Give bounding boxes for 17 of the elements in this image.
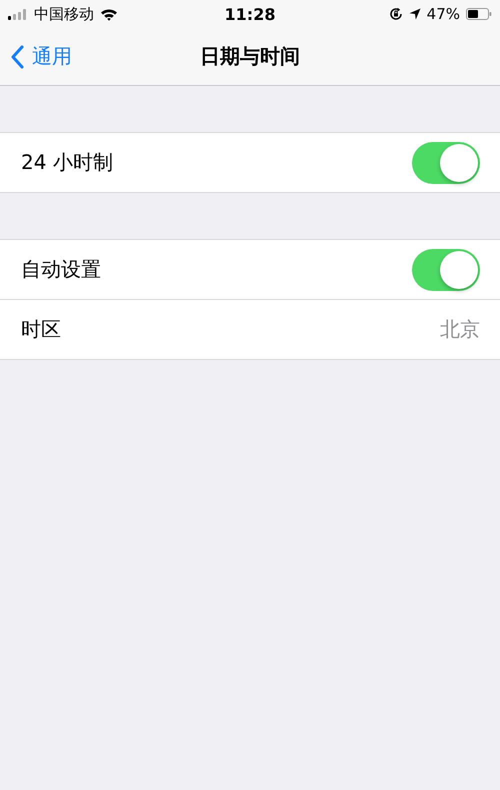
carrier-name: 中国移动 — [34, 4, 94, 24]
rotation-lock-icon — [388, 7, 403, 21]
row-value: 北京 — [440, 316, 480, 343]
page-title: 日期与时间 — [200, 43, 300, 70]
chevron-left-icon — [10, 44, 24, 68]
wifi-icon — [100, 8, 118, 20]
back-button[interactable]: 通用 — [10, 28, 72, 85]
signal-icon — [8, 8, 28, 20]
battery-icon — [466, 8, 492, 20]
row-label: 时区 — [21, 316, 61, 343]
row-label: 24 小时制 — [21, 149, 113, 176]
status-time: 11:28 — [224, 4, 276, 24]
toggle-switch[interactable] — [412, 142, 480, 184]
location-icon — [408, 8, 421, 20]
row-label: 自动设置 — [21, 256, 101, 283]
toggle-switch[interactable] — [412, 248, 480, 290]
battery-percentage: 47% — [426, 5, 460, 23]
